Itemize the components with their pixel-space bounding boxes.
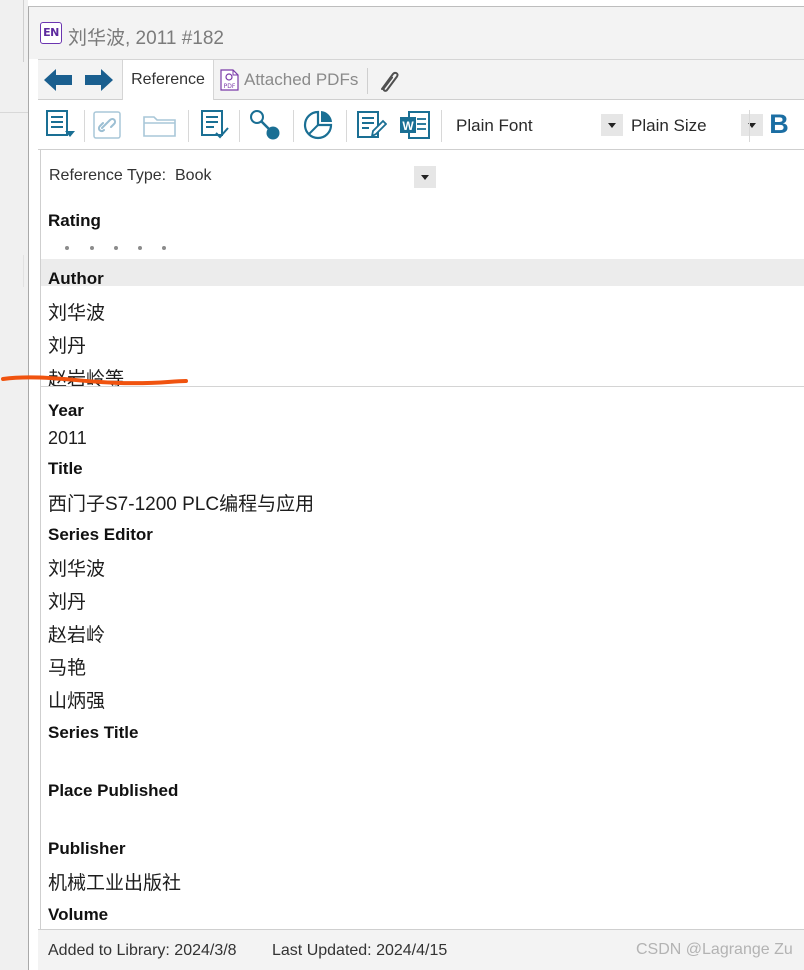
reference-type-label: Reference Type: <box>49 167 167 184</box>
place-published-label: Place Published <box>48 781 179 800</box>
size-select-value: Plain Size <box>631 116 707 135</box>
insert-citation-icon[interactable] <box>43 109 75 141</box>
pie-chart-icon[interactable] <box>302 109 334 141</box>
word-icon[interactable]: W <box>399 109 431 141</box>
rating-star-4[interactable] <box>138 246 142 250</box>
left-guide-line-lower <box>23 255 24 287</box>
title-value[interactable]: 西门子S7-1200 PLC编程与应用 <box>48 489 314 516</box>
toolbar-separator <box>84 110 85 142</box>
added-date: Added to Library: 2024/3/8 <box>48 942 237 959</box>
reference-type-field[interactable]: Reference Type: Book <box>49 167 211 185</box>
tab-attached-pdfs-label: Attached PDFs <box>244 70 359 89</box>
series-editor-entry[interactable]: 刘丹 <box>48 587 86 614</box>
toolbar-separator <box>346 110 347 142</box>
folder-icon[interactable] <box>142 109 178 141</box>
watermark: CSDN @Lagrange Zu <box>636 941 793 958</box>
toolbar-separator <box>293 110 294 142</box>
underline-annotation <box>1 375 188 386</box>
endnote-logo-icon: EN <box>40 22 62 44</box>
toolbar-separator <box>749 110 750 142</box>
series-editor-entry[interactable]: 赵岩岭 <box>48 620 105 647</box>
author-label: Author <box>48 269 104 288</box>
left-guide-tick <box>0 112 28 113</box>
pdf-badge-text: PDF <box>224 83 236 90</box>
tab-reference[interactable]: Reference <box>122 60 214 100</box>
size-select[interactable]: Plain Size <box>624 112 763 138</box>
forward-arrow-icon[interactable] <box>84 68 114 92</box>
tab-bar: Reference PDF Attached PDFs <box>38 59 804 100</box>
format-bibliography-icon[interactable] <box>198 109 230 141</box>
chevron-down-icon <box>608 123 616 128</box>
rating-star-5[interactable] <box>162 246 166 250</box>
author-entry[interactable]: 刘丹 <box>48 331 86 358</box>
toolbar-separator <box>239 110 240 142</box>
series-editor-entry[interactable]: 刘华波 <box>48 554 105 581</box>
rating-label: Rating <box>48 211 101 230</box>
reference-window: EN 刘华波, 2011 #182 Reference PDF Attached… <box>28 6 804 970</box>
series-editor-label: Series Editor <box>48 525 153 544</box>
font-dropdown-button[interactable] <box>601 114 623 136</box>
back-arrow-icon[interactable] <box>43 68 73 92</box>
window-title: 刘华波, 2011 #182 <box>68 28 224 49</box>
link-icon[interactable] <box>91 109 123 141</box>
rating-star-2[interactable] <box>90 246 94 250</box>
pdf-icon: PDF <box>220 69 239 91</box>
author-entry[interactable]: 刘华波 <box>48 298 105 325</box>
font-select-value: Plain Font <box>456 116 533 135</box>
paperclip-icon[interactable] <box>375 69 403 93</box>
font-select[interactable]: Plain Font <box>444 112 623 138</box>
publisher-label: Publisher <box>48 839 126 858</box>
publisher-value[interactable]: 机械工业出版社 <box>48 868 181 895</box>
title-label: Title <box>48 459 83 478</box>
series-editor-entry[interactable]: 山炳强 <box>48 686 105 713</box>
chevron-down-icon <box>421 175 429 180</box>
year-label: Year <box>48 401 84 420</box>
updated-date: Last Updated: 2024/4/15 <box>272 942 448 959</box>
edit-reference-icon[interactable] <box>355 109 387 141</box>
toolbar: W Plain Font Plain Size B <box>38 100 804 150</box>
reference-type-value: Book <box>175 167 212 184</box>
left-margin <box>0 0 28 970</box>
left-guide-line <box>23 0 24 62</box>
rating-star-3[interactable] <box>114 246 118 250</box>
year-value[interactable]: 2011 <box>48 428 87 449</box>
title-bar[interactable]: EN 刘华波, 2011 #182 <box>29 7 804 59</box>
reference-type-dropdown[interactable] <box>414 166 436 188</box>
reference-panel: Reference Type: Book Rating Author 刘华波 刘… <box>40 150 804 929</box>
toolbar-separator <box>188 110 189 142</box>
bold-button[interactable]: B <box>765 107 793 141</box>
tab-separator <box>367 68 368 94</box>
volume-label: Volume <box>48 905 109 924</box>
share-icon[interactable] <box>249 109 281 141</box>
author-header-band <box>41 259 804 286</box>
series-editor-entry[interactable]: 马艳 <box>48 653 86 680</box>
rating-star-1[interactable] <box>65 246 69 250</box>
series-title-label: Series Title <box>48 723 139 742</box>
word-badge-text: W <box>402 119 414 133</box>
size-dropdown-button[interactable] <box>741 114 763 136</box>
toolbar-separator <box>441 110 442 142</box>
